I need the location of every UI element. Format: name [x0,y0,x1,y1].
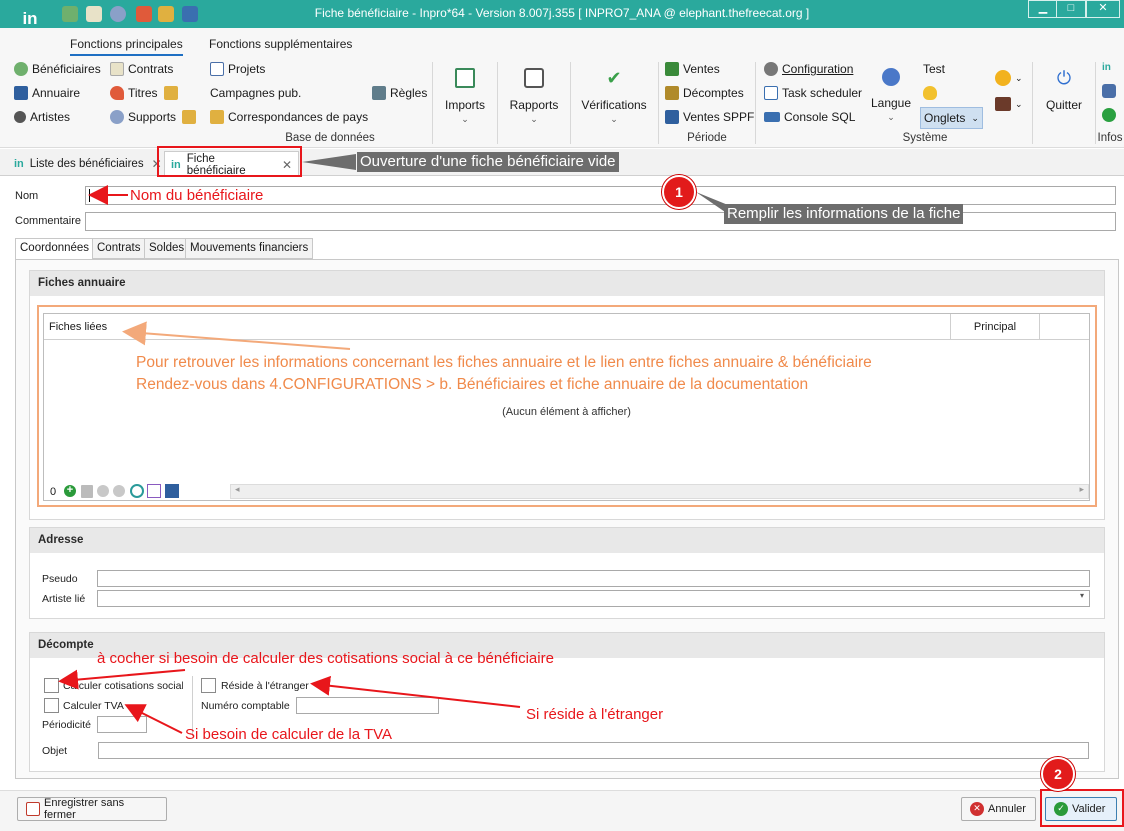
arrow-ouverture [302,154,356,170]
annotation-nom: Nom du bénéficiaire [130,187,264,204]
annotation-reside: Si réside à l'étranger [526,706,664,723]
annotation-ouverture: Ouverture d'une fiche bénéficiaire vide [357,152,619,172]
annotation-remplir: Remplir les informations de la fiche [724,204,964,224]
annotation-orange-line1: Pour retrouver les informations concerna… [136,354,872,371]
annotation-tva: Si besoin de calculer de la TVA [185,726,393,743]
step-2-badge: 2 [1041,757,1075,791]
step-1-badge: 1 [662,175,696,209]
annotation-orange-line2: Rendez-vous dans 4.CONFIGURATIONS > b. B… [136,376,809,393]
annotation-cocher: à cocher si besoin de calculer des cotis… [97,650,554,667]
